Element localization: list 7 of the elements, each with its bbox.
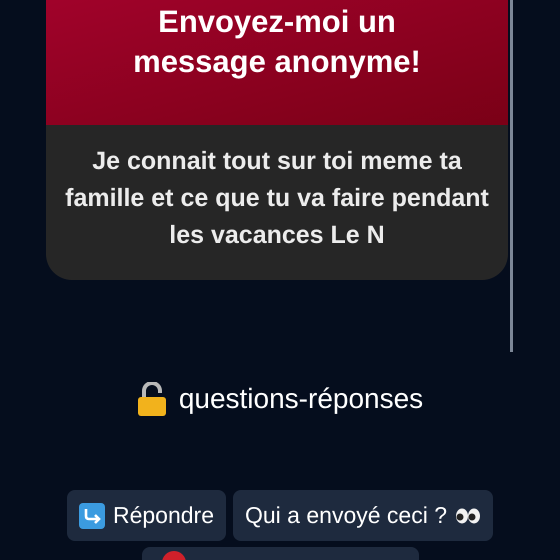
message-text: Je connait tout sur toi meme ta famille et ce que tu va faire pendant les vacances Le N: [64, 146, 490, 251]
reply-button[interactable]: Répondre: [66, 490, 226, 541]
padlock-icon: [136, 382, 167, 416]
eyes-icon: [455, 508, 482, 524]
card-title: Envoyez-moi un message anonyme!: [132, 3, 422, 81]
who-sent-button[interactable]: Qui a envoyé ceci ?: [233, 490, 494, 541]
caption: questions-réponses: [178, 382, 424, 416]
